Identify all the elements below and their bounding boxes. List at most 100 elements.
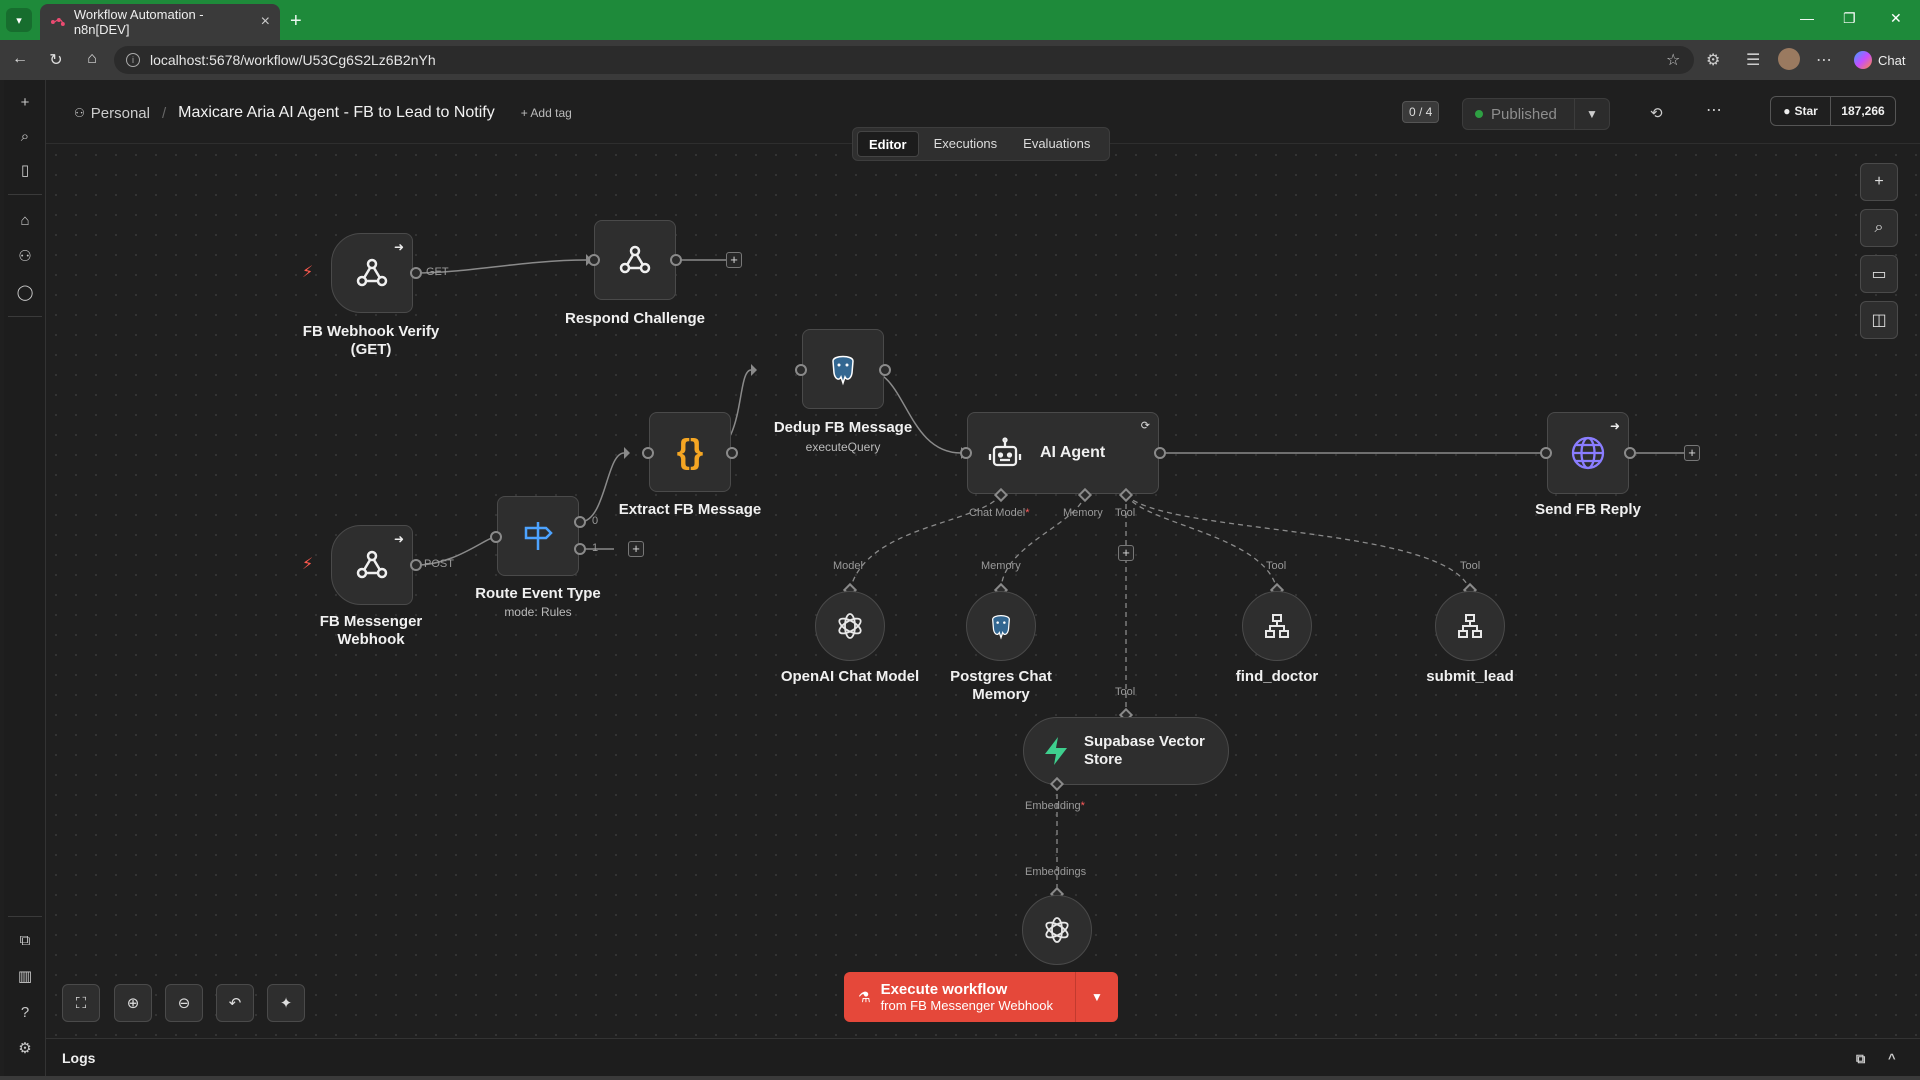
- evaluation-counter-badge[interactable]: 0 / 4: [1402, 101, 1440, 123]
- output-port[interactable]: [879, 364, 891, 376]
- add-node-button[interactable]: +: [726, 252, 742, 268]
- chevron-up-icon[interactable]: ^: [1888, 1051, 1896, 1066]
- panel-toggle-button[interactable]: ◫: [1860, 301, 1898, 339]
- add-tag-button[interactable]: + Add tag: [521, 106, 572, 120]
- execute-sub: from FB Messenger Webhook: [880, 998, 1054, 1013]
- input-port[interactable]: [642, 447, 654, 459]
- github-star-button[interactable]: ● Star 187,266: [1770, 96, 1896, 126]
- node-dedup-fb-message[interactable]: [802, 329, 884, 409]
- node-postgres-chat-memory[interactable]: [966, 591, 1036, 661]
- sidebar-toggle-icon[interactable]: ▯: [15, 160, 35, 180]
- openai-icon: [838, 613, 862, 639]
- postgres-icon: [832, 355, 854, 386]
- input-port[interactable]: [960, 447, 972, 459]
- window-close-icon[interactable]: ✕: [1890, 10, 1902, 27]
- tab-list-button[interactable]: ▾: [6, 8, 32, 32]
- tidy-up-button[interactable]: ✦: [267, 984, 305, 1022]
- reload-icon[interactable]: ↻: [38, 50, 74, 70]
- home-icon[interactable]: ⌂: [74, 50, 110, 68]
- node-supabase-vector-store[interactable]: Supabase Vector Store: [1023, 717, 1229, 785]
- input-port[interactable]: [588, 254, 600, 266]
- output-port[interactable]: [1624, 447, 1636, 459]
- more-options-icon[interactable]: ⋯: [1706, 100, 1722, 120]
- favorite-star-icon[interactable]: ☆: [1666, 50, 1680, 70]
- input-port[interactable]: [795, 364, 807, 376]
- execute-workflow-button[interactable]: ⚗ Execute workflow from FB Messenger Web…: [844, 972, 1118, 1022]
- undo-button[interactable]: ↶: [216, 984, 254, 1022]
- execute-dropdown-button[interactable]: ▼: [1076, 972, 1118, 1022]
- history-icon[interactable]: ⟲: [1650, 104, 1663, 122]
- fit-view-button[interactable]: ⛶: [62, 984, 100, 1022]
- zoom-out-button[interactable]: ⊖: [165, 984, 203, 1022]
- browser-tab-title: Workflow Automation - n8n[DEV]: [73, 7, 204, 37]
- node-respond-challenge[interactable]: [594, 220, 676, 300]
- node-fb-messenger-webhook[interactable]: ➜: [331, 525, 413, 605]
- node-ai-agent[interactable]: AI Agent ⟳: [967, 412, 1159, 494]
- workflow-name[interactable]: Maxicare Aria AI Agent - FB to Lead to N…: [178, 104, 495, 122]
- add-node-panel-button[interactable]: +: [1860, 163, 1898, 201]
- tab-editor[interactable]: Editor: [857, 131, 919, 157]
- back-icon[interactable]: ←: [2, 50, 38, 68]
- node-send-fb-reply[interactable]: ➜: [1547, 412, 1629, 494]
- sidebar-divider: [8, 316, 42, 317]
- add-tool-button[interactable]: +: [1118, 545, 1134, 561]
- copilot-button[interactable]: Chat: [1846, 47, 1913, 73]
- edge-label-memory: Memory: [981, 560, 1021, 572]
- insights-chart-icon[interactable]: ▥: [15, 966, 35, 986]
- sticky-note-button[interactable]: ▭: [1860, 255, 1898, 293]
- add-node-button[interactable]: +: [628, 541, 644, 557]
- output-port[interactable]: [410, 267, 422, 279]
- node-find-doctor[interactable]: [1242, 591, 1312, 661]
- favorites-icon[interactable]: ☰: [1746, 50, 1760, 70]
- browser-tab[interactable]: Workflow Automation - n8n[DEV] ×: [40, 4, 280, 40]
- tab-executions[interactable]: Executions: [923, 131, 1009, 157]
- publish-dropdown-button[interactable]: ▼: [1574, 98, 1610, 130]
- user-icon[interactable]: ⚇: [15, 246, 35, 266]
- trigger-bolt-icon: ⚡: [302, 264, 314, 281]
- node-label: FB Webhook Verify (GET): [302, 323, 440, 358]
- add-icon[interactable]: +: [15, 92, 35, 112]
- logs-panel-bar[interactable]: Logs ⧉ ^: [46, 1038, 1920, 1076]
- workflow-canvas[interactable]: ⚡ ⚡ ➜ GET FB Webhook Verify (GET) + Resp…: [46, 145, 1920, 1038]
- output-port[interactable]: [1154, 447, 1166, 459]
- breadcrumb-project[interactable]: Personal: [91, 105, 150, 122]
- close-tab-icon[interactable]: ×: [261, 13, 270, 31]
- edge-label-chat-model: Chat Model*: [969, 507, 1030, 519]
- tab-evaluations[interactable]: Evaluations: [1012, 131, 1101, 157]
- add-node-button[interactable]: +: [1684, 445, 1700, 461]
- help-icon[interactable]: ?: [15, 1002, 35, 1022]
- home-icon[interactable]: ⌂: [15, 210, 35, 230]
- node-openai-chat-model[interactable]: [815, 591, 885, 661]
- webhook-icon: [356, 550, 388, 579]
- node-extract-fb-message[interactable]: {}: [649, 412, 731, 492]
- search-nodes-button[interactable]: ⌕: [1860, 209, 1898, 247]
- new-tab-button[interactable]: +: [290, 10, 302, 33]
- settings-gear-icon[interactable]: ⚙: [15, 1038, 35, 1058]
- node-embeddings-openai[interactable]: [1022, 895, 1092, 965]
- output-port[interactable]: [670, 254, 682, 266]
- node-label: Extract FB Message: [618, 501, 762, 518]
- node-fb-webhook-verify[interactable]: ➜: [331, 233, 413, 313]
- url-field[interactable]: i localhost:5678/workflow/U53Cg6S2Lz6B2n…: [114, 46, 1694, 74]
- more-icon[interactable]: ⋯: [1816, 50, 1832, 70]
- node-submit-lead[interactable]: [1435, 591, 1505, 661]
- output-port[interactable]: [726, 447, 738, 459]
- input-port[interactable]: [490, 531, 502, 543]
- output-port[interactable]: [410, 559, 422, 571]
- profile-avatar[interactable]: [1778, 48, 1800, 70]
- search-icon[interactable]: ⌕: [15, 126, 35, 146]
- popout-icon[interactable]: ⧉: [1856, 1051, 1865, 1067]
- input-port[interactable]: [1540, 447, 1552, 459]
- chat-icon[interactable]: ◯: [15, 282, 35, 302]
- restore-icon[interactable]: ❐: [1843, 10, 1856, 27]
- output-port-0[interactable]: [574, 516, 586, 528]
- site-info-icon[interactable]: i: [126, 53, 140, 67]
- templates-icon[interactable]: ⧉: [15, 930, 35, 950]
- zoom-in-button[interactable]: ⊕: [114, 984, 152, 1022]
- extensions-icon[interactable]: ⚙: [1706, 50, 1720, 70]
- minimize-icon[interactable]: —: [1800, 10, 1814, 26]
- output-port-1[interactable]: [574, 543, 586, 555]
- publish-button[interactable]: Published: [1462, 98, 1576, 130]
- node-route-event-type[interactable]: [497, 496, 579, 576]
- node-label: Dedup FB Message: [773, 419, 913, 436]
